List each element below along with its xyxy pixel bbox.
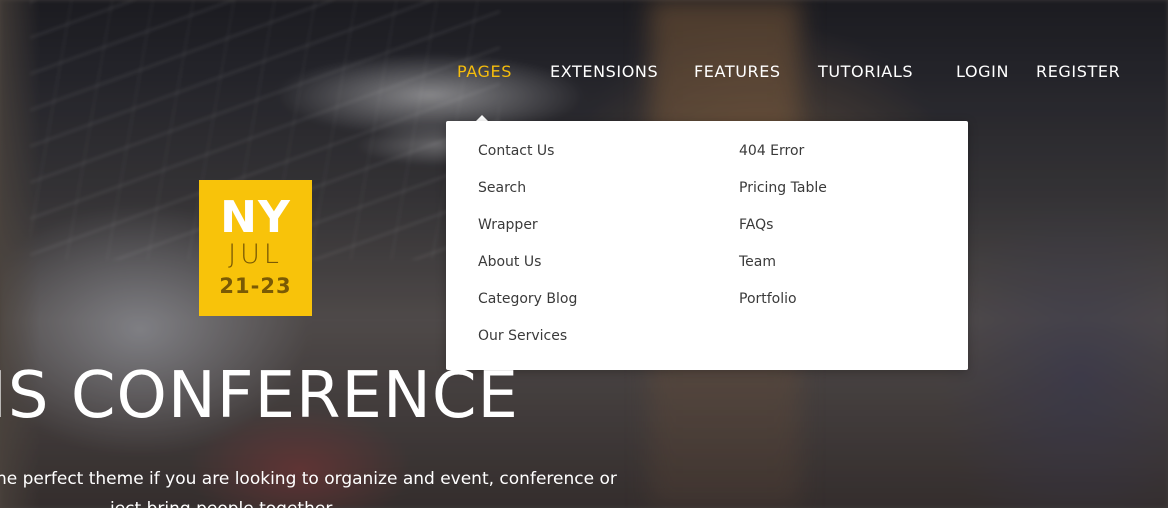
nav-item-features[interactable]: FEATURES <box>694 62 781 81</box>
menu-item-portfolio[interactable]: Portfolio <box>739 291 827 328</box>
menu-item-contact-us[interactable]: Contact Us <box>478 143 577 180</box>
menu-item-404-error[interactable]: 404 Error <box>739 143 827 180</box>
hero-title: IS CONFERENCE <box>0 359 519 433</box>
badge-days: 21-23 <box>219 274 292 298</box>
hero-subtitle-line2: ject bring people together. <box>110 498 336 508</box>
badge-month: JUL <box>228 239 283 270</box>
badge-city: NY <box>220 192 291 243</box>
hero-subtitle: he perfect theme if you are looking to o… <box>0 469 617 489</box>
event-date-badge: NY JUL 21-23 <box>199 180 312 316</box>
menu-item-search[interactable]: Search <box>478 180 577 217</box>
nav-item-pages[interactable]: PAGES <box>457 62 512 81</box>
menu-item-about-us[interactable]: About Us <box>478 254 577 291</box>
menu-item-category-blog[interactable]: Category Blog <box>478 291 577 328</box>
dropdown-column-right: 404 Error Pricing Table FAQs Team Portfo… <box>739 143 827 328</box>
pages-dropdown-menu: Contact Us Search Wrapper About Us Categ… <box>446 121 968 370</box>
menu-item-team[interactable]: Team <box>739 254 827 291</box>
menu-item-faqs[interactable]: FAQs <box>739 217 827 254</box>
login-link[interactable]: LOGIN <box>956 62 1009 81</box>
main-navigation: PAGES EXTENSIONS FEATURES TUTORIALS LOGI… <box>0 62 1168 84</box>
menu-item-wrapper[interactable]: Wrapper <box>478 217 577 254</box>
nav-item-tutorials[interactable]: TUTORIALS <box>818 62 913 81</box>
dropdown-column-left: Contact Us Search Wrapper About Us Categ… <box>478 143 577 365</box>
register-link[interactable]: REGISTER <box>1036 62 1120 81</box>
menu-item-pricing-table[interactable]: Pricing Table <box>739 180 827 217</box>
nav-item-extensions[interactable]: EXTENSIONS <box>550 62 658 81</box>
